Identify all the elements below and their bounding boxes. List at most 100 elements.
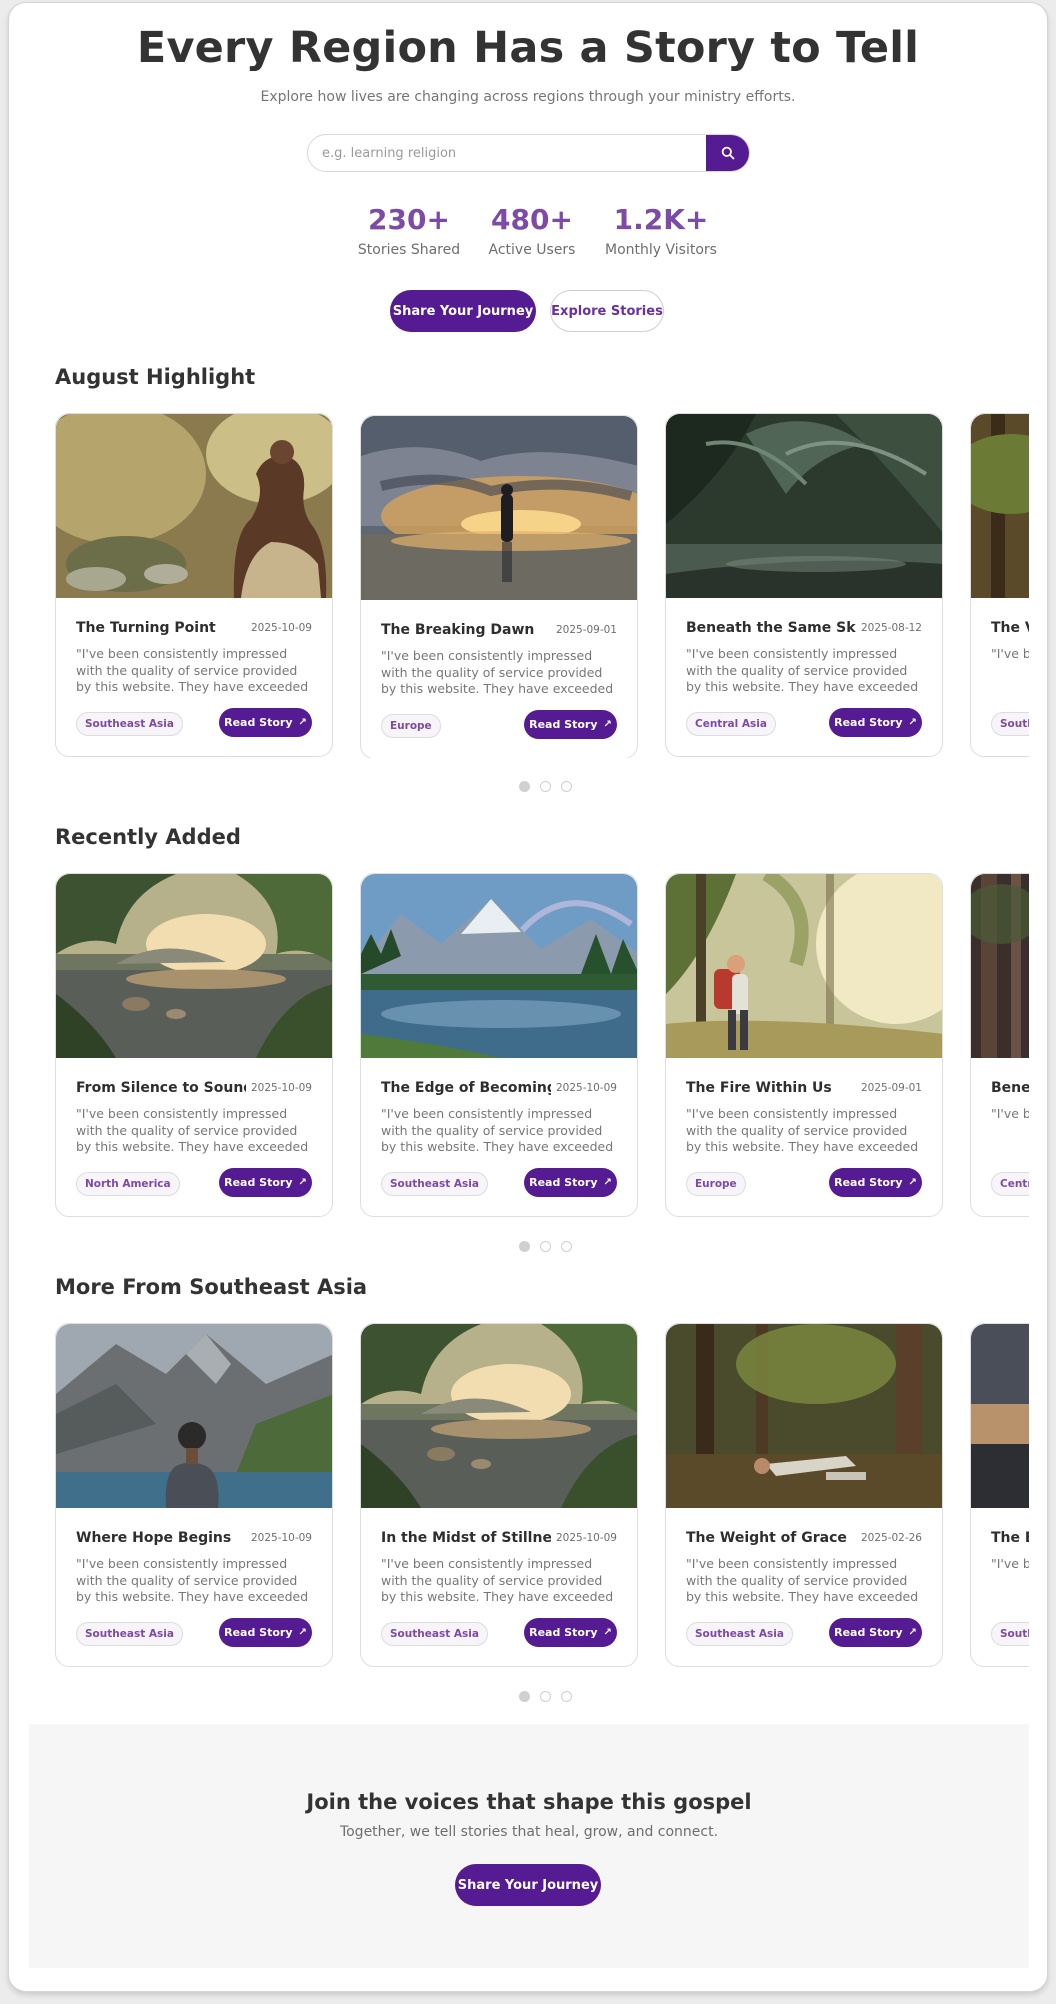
cta-footer: Join the voices that shape this gospel T… — [29, 1724, 1029, 1968]
woman-in-garden-photo — [56, 414, 332, 598]
story-image — [666, 1324, 942, 1508]
carousel-dot[interactable] — [561, 1241, 572, 1252]
search-icon — [721, 146, 734, 160]
share-journey-button[interactable]: Share Your Journey — [390, 290, 536, 332]
stat-stories: 230+ Stories Shared — [344, 203, 474, 258]
story-card[interactable]: The Fire Within Us 2025-09-01 "I've been c… — [665, 873, 943, 1217]
page-subtitle: Explore how lives are changing across re… — [260, 89, 796, 105]
stat-label: Active Users — [488, 242, 576, 258]
read-story-button[interactable]: Read Story ↗ — [219, 1168, 312, 1197]
story-title: Bene — [991, 1080, 1029, 1096]
read-story-button[interactable]: Read Story ↗ — [524, 1168, 617, 1197]
stat-label: Monthly Visitors — [605, 242, 717, 258]
carousel-dots — [519, 1241, 579, 1253]
read-story-label: Read Story — [224, 716, 293, 729]
read-story-label: Read Story — [529, 718, 598, 731]
carousel-dots — [519, 781, 579, 793]
read-story-button[interactable]: Read Story ↗ — [524, 1618, 617, 1647]
carousel-dot[interactable] — [519, 1241, 530, 1252]
jungle-river-photo — [666, 414, 942, 598]
read-story-button[interactable]: Read Story ↗ — [829, 1168, 922, 1197]
story-date: 2025-10-09 — [250, 1532, 312, 1544]
arrow-up-right-icon: ↗ — [908, 1627, 917, 1638]
arrow-up-right-icon: ↗ — [603, 1627, 612, 1638]
story-card[interactable]: The Turning Point 2025-10-09 "I've been co… — [55, 413, 333, 757]
region-tag[interactable]: South — [991, 712, 1029, 736]
read-story-button[interactable]: Read Story ↗ — [219, 1618, 312, 1647]
read-story-button[interactable]: Read Story ↗ — [829, 708, 922, 737]
read-story-button[interactable]: Read Story ↗ — [829, 1618, 922, 1647]
man-facing-mountain-photo — [56, 1324, 332, 1508]
story-date: 2025-10-09 — [250, 1082, 312, 1094]
region-tag[interactable]: Southeast Asia — [76, 712, 183, 736]
story-card[interactable]: The E"I've b the q websSouthRead Story↗ — [970, 1323, 1029, 1667]
lake-at-sunset-photo — [361, 1324, 637, 1508]
story-excerpt: "I've been consistently impressed with t… — [686, 646, 919, 696]
story-date: 2025-09-01 — [860, 1082, 922, 1094]
read-story-button[interactable]: Read Story ↗ — [524, 710, 617, 739]
story-card[interactable]: The Edge of Becoming 2025-10-09 "I've been… — [360, 873, 638, 1217]
story-title: The Fire Within Us — [686, 1080, 832, 1096]
story-card[interactable]: The Breaking Dawn 2025-09-01 "I've been co… — [360, 415, 638, 758]
story-card[interactable]: The V"I've b the q websSouthRead Story↗ — [970, 413, 1029, 757]
story-carousel: The Turning Point 2025-10-09 "I've been co… — [55, 413, 1029, 758]
story-card[interactable]: In the Midst of Stillness 2025-10-09 "I've… — [360, 1323, 638, 1667]
region-tag[interactable]: Europe — [381, 714, 441, 738]
carousel-dot[interactable] — [540, 781, 551, 792]
search-button[interactable] — [706, 135, 749, 171]
region-tag[interactable]: Southeast Asia — [381, 1172, 488, 1196]
story-excerpt: "I've been consistently impressed with t… — [686, 1106, 919, 1156]
read-story-button[interactable]: Read Story ↗ — [219, 708, 312, 737]
search-input[interactable] — [308, 135, 698, 171]
forest-trunks-photo — [971, 874, 1029, 1058]
story-excerpt: "I've been consistently impressed with t… — [686, 1556, 919, 1606]
carousel-dot[interactable] — [519, 1691, 530, 1702]
story-card[interactable]: Where Hope Begins 2025-10-09 "I've been co… — [55, 1323, 333, 1667]
region-tag[interactable]: Southeast Asia — [686, 1622, 793, 1646]
story-title: The V — [991, 620, 1029, 636]
story-carousel: Where Hope Begins 2025-10-09 "I've been co… — [55, 1323, 1029, 1668]
region-tag[interactable]: Southeast Asia — [381, 1622, 488, 1646]
footer-subtitle: Together, we tell stories that heal, gro… — [339, 1824, 719, 1840]
carousel-dot[interactable] — [561, 781, 572, 792]
story-image — [361, 874, 637, 1058]
story-image — [361, 1324, 637, 1508]
section-title: August Highlight — [55, 365, 256, 389]
forest-photo — [971, 414, 1029, 598]
carousel-dot[interactable] — [519, 781, 530, 792]
story-image — [361, 416, 637, 600]
story-title: The Edge of Becoming — [381, 1080, 551, 1096]
story-date: 2025-09-01 — [555, 624, 617, 636]
region-tag[interactable]: Centr — [991, 1172, 1029, 1196]
story-card[interactable]: Beneath the Same Sky 2025-08-12 "I've been… — [665, 413, 943, 757]
story-card[interactable]: The Weight of Grace 2025-02-26 "I've been … — [665, 1323, 943, 1667]
story-date: 2025-02-26 — [860, 1532, 922, 1544]
arrow-up-right-icon: ↗ — [908, 717, 917, 728]
carousel-dot[interactable] — [540, 1241, 551, 1252]
story-excerpt: "I've b the q webs — [991, 646, 1029, 661]
story-card[interactable]: Bene"I've b the q websCentrRead Story↗ — [970, 873, 1029, 1217]
story-excerpt: "I've been consistently impressed with t… — [76, 1106, 309, 1156]
read-story-label: Read Story — [834, 1176, 903, 1189]
footer-share-journey-button[interactable]: Share Your Journey — [455, 1864, 601, 1906]
read-story-label: Read Story — [834, 716, 903, 729]
region-tag[interactable]: Europe — [686, 1172, 746, 1196]
region-tag[interactable]: North America — [76, 1172, 180, 1196]
carousel-dots — [519, 1691, 579, 1703]
carousel-dot[interactable] — [540, 1691, 551, 1702]
region-tag[interactable]: South — [991, 1622, 1029, 1646]
story-title: The Turning Point — [76, 620, 216, 636]
region-tag[interactable]: Central Asia — [686, 712, 776, 736]
story-title: The Breaking Dawn — [381, 622, 535, 638]
stat-number: 480+ — [491, 203, 573, 236]
stat-visitors: 1.2K+ Monthly Visitors — [593, 203, 729, 258]
story-excerpt: "I've been consistently impressed with t… — [381, 648, 614, 698]
region-tag[interactable]: Southeast Asia — [76, 1622, 183, 1646]
story-card[interactable]: From Silence to Sound 2025-10-09 "I've bee… — [55, 873, 333, 1217]
explore-stories-button[interactable]: Explore Stories — [550, 290, 664, 332]
story-excerpt: "I've b the q webs — [991, 1556, 1029, 1571]
story-image — [56, 874, 332, 1058]
carousel-dot[interactable] — [561, 1691, 572, 1702]
story-excerpt: "I've been consistently impressed with t… — [381, 1106, 614, 1156]
story-date: 2025-08-12 — [860, 622, 922, 634]
